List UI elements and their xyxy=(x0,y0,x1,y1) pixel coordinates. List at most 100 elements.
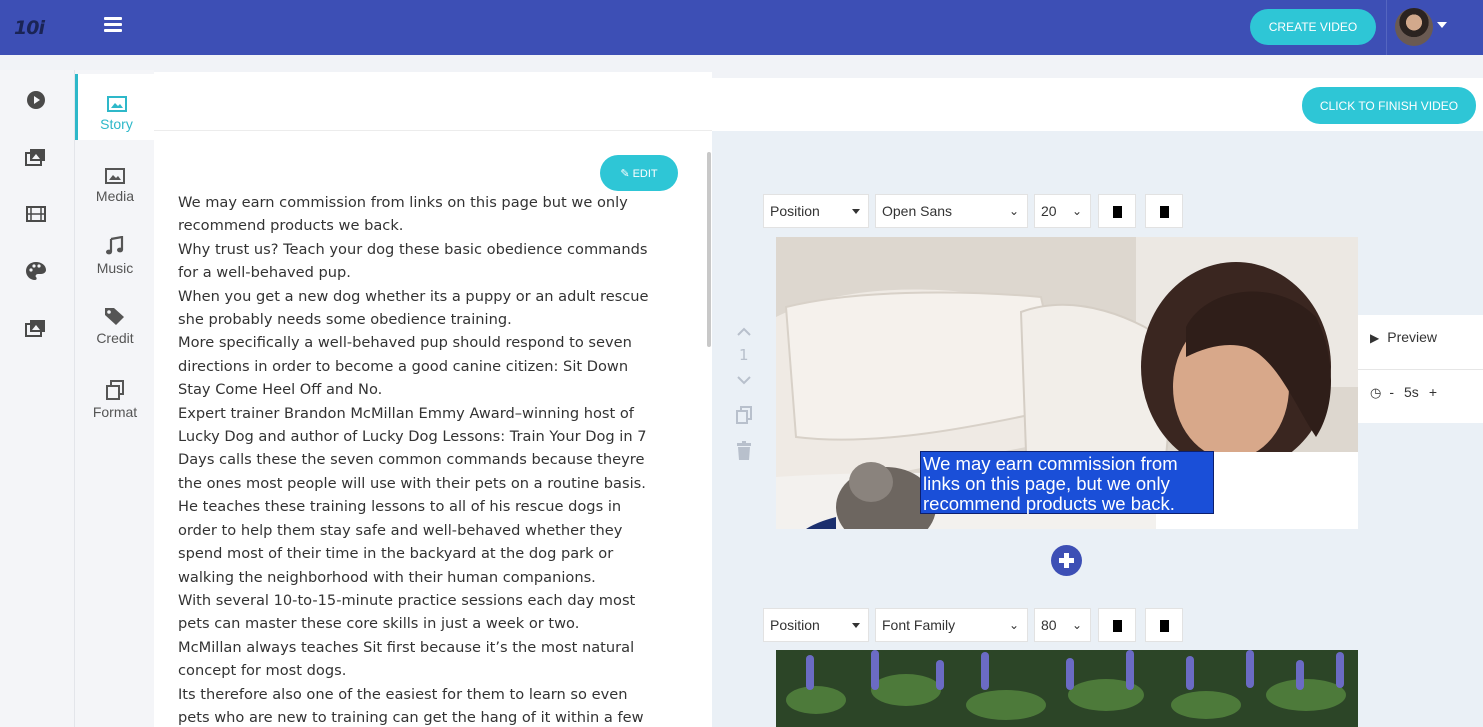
preview-button[interactable]: ▶ Preview xyxy=(1370,329,1437,345)
tab-credit[interactable]: Credit xyxy=(75,290,155,356)
position-value: Position xyxy=(770,203,820,219)
caret-down-icon xyxy=(852,623,860,628)
story-line: Its therefore also one of the easiest fo… xyxy=(178,685,628,703)
story-line: walking the neighborhood with their huma… xyxy=(178,568,596,586)
finish-video-button[interactable]: CLICK TO FINISH VIDEO xyxy=(1302,87,1476,124)
story-line: More specifically a well-behaved pup sho… xyxy=(178,334,632,352)
chevron-down-icon: ⌄ xyxy=(1008,618,1019,632)
play-icon: ▶ xyxy=(1370,331,1380,345)
tab-music[interactable]: Music xyxy=(75,218,155,284)
background-color-button[interactable] xyxy=(1145,608,1183,642)
story-line: pets can master these core skills in jus… xyxy=(178,615,580,633)
gallery-icon[interactable] xyxy=(25,147,47,167)
story-line: Stay Come Heel Off and No. xyxy=(178,381,383,399)
story-line: for a well-behaved pup. xyxy=(178,264,351,282)
color-swatch xyxy=(1160,620,1169,632)
scene-preview-panel: ▶ Preview ◷ -5s + xyxy=(1358,315,1483,423)
story-line: order to help them stay safe and well-be… xyxy=(178,521,623,539)
scrollbar[interactable] xyxy=(707,152,711,347)
tab-label: Media xyxy=(95,188,135,204)
position-select[interactable]: Position xyxy=(763,608,869,642)
divider xyxy=(1358,369,1483,370)
clock-icon: ◷ xyxy=(1370,385,1382,400)
story-line: directions in order to become a good can… xyxy=(178,357,629,375)
font-size-value: 20 xyxy=(1041,203,1057,219)
font-size-select[interactable]: 20 ⌄ xyxy=(1034,194,1091,228)
story-line: spend most of their time in the backyard… xyxy=(178,545,614,563)
story-line: Why trust us? Teach your dog these basic… xyxy=(178,240,648,258)
caption-line: recommend products we back. xyxy=(923,493,1175,514)
app-logo[interactable]: 10i xyxy=(14,17,45,39)
caret-down-icon xyxy=(852,209,860,214)
chevron-down-icon: ⌄ xyxy=(1071,618,1082,632)
position-select[interactable]: Position xyxy=(763,194,869,228)
edit-button[interactable]: ✎ EDIT xyxy=(600,155,678,191)
tab-column: Story Media Music Credit Format xyxy=(74,70,155,727)
story-panel: ✎ EDIT We may earn commission from links … xyxy=(154,72,712,727)
divider xyxy=(154,130,712,131)
trash-icon[interactable] xyxy=(736,441,752,461)
caret-down-icon[interactable] xyxy=(1437,22,1447,28)
story-line: she probably needs some obedience traini… xyxy=(178,311,512,329)
story-line: With several 10-to-15-minute practice se… xyxy=(178,591,636,609)
create-video-button[interactable]: CREATE VIDEO xyxy=(1250,9,1376,45)
story-line: Lucky Dog and author of Lucky Dog Lesson… xyxy=(178,428,647,446)
film-icon[interactable] xyxy=(25,204,47,224)
color-swatch xyxy=(1113,620,1122,632)
chevron-up-icon[interactable] xyxy=(737,327,751,337)
story-line: When you get a new dog whether its a pup… xyxy=(178,287,649,305)
scene-photo xyxy=(776,650,1358,727)
duration-value: 5s xyxy=(1404,384,1419,400)
preview-label: Preview xyxy=(1387,329,1438,345)
story-line: McMillan always teaches Sit first becaus… xyxy=(178,638,635,656)
font-value: Font Family xyxy=(882,617,956,633)
gallery-icon[interactable] xyxy=(25,318,47,338)
add-scene-button[interactable] xyxy=(1051,545,1082,576)
tags-icon xyxy=(105,308,124,325)
caption-text-box[interactable]: We may earn commission from links on thi… xyxy=(920,451,1214,514)
story-text[interactable]: We may earn commission from links on thi… xyxy=(178,191,698,727)
story-line: Expert trainer Brandon McMillan Emmy Awa… xyxy=(178,404,634,422)
tab-story[interactable]: Story xyxy=(75,74,155,140)
tab-label: Credit xyxy=(96,330,134,346)
background-color-button[interactable] xyxy=(1145,194,1183,228)
pencil-icon: ✎ xyxy=(620,167,630,180)
palette-icon[interactable] xyxy=(25,261,47,281)
font-value: Open Sans xyxy=(882,203,953,219)
duration-control: ◷ -5s + xyxy=(1370,384,1437,401)
scene-image[interactable] xyxy=(776,650,1358,727)
position-value: Position xyxy=(770,617,820,633)
font-select[interactable]: Font Family ⌄ xyxy=(875,608,1028,642)
left-rail xyxy=(0,70,74,727)
caption-line: We may earn commission from xyxy=(923,453,1178,474)
chevron-down-icon: ⌄ xyxy=(1071,204,1082,218)
text-color-button[interactable] xyxy=(1098,194,1136,228)
scene-number: 1 xyxy=(739,346,749,364)
color-swatch xyxy=(1113,206,1122,218)
story-line: We may earn commission from links on thi… xyxy=(178,194,628,211)
color-swatch xyxy=(1160,206,1169,218)
image-icon xyxy=(105,168,125,184)
story-line: concept for most dogs. xyxy=(178,662,347,680)
font-size-value: 80 xyxy=(1041,617,1057,633)
image-icon xyxy=(106,96,127,112)
font-size-select[interactable]: 80 ⌄ xyxy=(1034,608,1091,642)
story-line: recommend products we back. xyxy=(178,217,404,235)
font-select[interactable]: Open Sans ⌄ xyxy=(875,194,1028,228)
music-icon xyxy=(106,236,124,255)
tab-media[interactable]: Media xyxy=(75,146,155,212)
hamburger-icon[interactable] xyxy=(104,17,122,33)
avatar[interactable] xyxy=(1395,8,1433,46)
chevron-down-icon[interactable] xyxy=(737,375,751,385)
duration-plus[interactable]: + xyxy=(1429,384,1437,400)
copy-icon xyxy=(106,380,124,400)
text-color-button[interactable] xyxy=(1098,608,1136,642)
duplicate-icon[interactable] xyxy=(736,406,752,424)
play-circle-icon[interactable] xyxy=(25,90,47,110)
user-menu[interactable] xyxy=(1386,0,1483,55)
top-bar: 10i CREATE VIDEO xyxy=(0,0,1483,55)
tab-format[interactable]: Format xyxy=(75,362,155,428)
duration-minus[interactable]: - xyxy=(1389,384,1394,400)
story-line: He teaches these training lessons to all… xyxy=(178,498,622,516)
edit-label: EDIT xyxy=(632,167,658,180)
